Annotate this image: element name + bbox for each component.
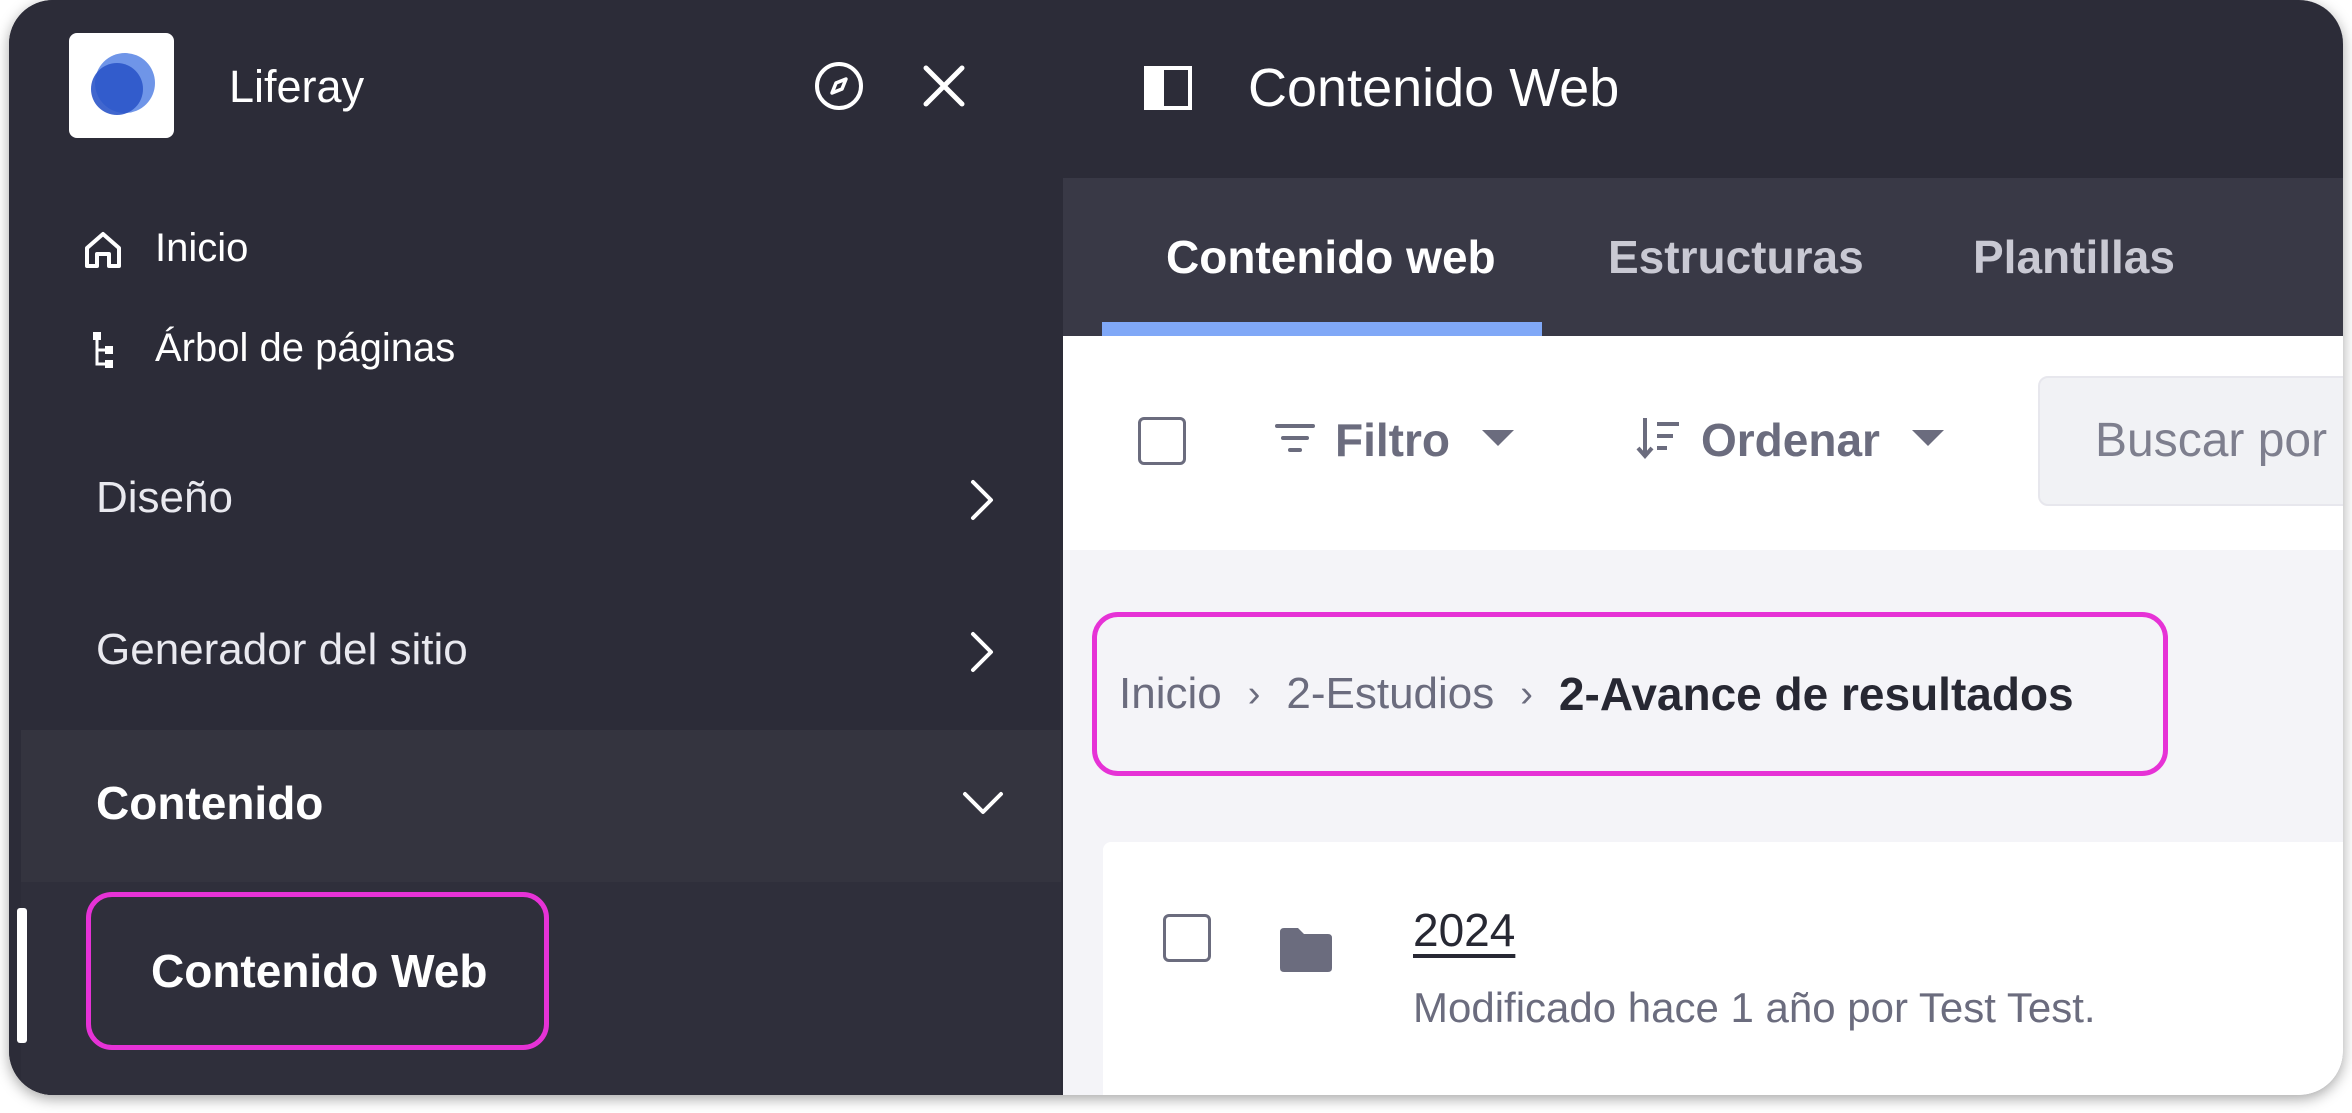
- sort-icon: [1635, 414, 1683, 467]
- main-content: Contenido Web Contenido web Estructuras …: [1063, 0, 2343, 1095]
- panel-toggle-icon[interactable]: [1142, 62, 1194, 114]
- liferay-logo: [69, 33, 174, 138]
- page-tree-icon: [81, 328, 125, 372]
- management-toolbar: Filtro Ordenar Buscar por: [1063, 336, 2343, 550]
- active-tab-indicator: [1102, 322, 1542, 336]
- compass-icon[interactable]: [809, 56, 869, 116]
- chevron-right-icon: ›: [1520, 672, 1533, 715]
- subitem-label: Contenido Web: [151, 945, 488, 997]
- breadcrumb-item-2-estudios[interactable]: 2-Estudios: [1286, 669, 1494, 719]
- row-checkbox[interactable]: [1163, 914, 1211, 962]
- section-diseno[interactable]: Diseño: [9, 433, 1049, 563]
- section-label: Diseño: [96, 473, 233, 522]
- section-label: Generador del sitio: [96, 625, 468, 674]
- caret-down-icon: [1480, 428, 1516, 453]
- close-icon[interactable]: [914, 56, 974, 116]
- filter-label: Filtro: [1335, 414, 1450, 466]
- search-input[interactable]: Buscar por: [2038, 376, 2343, 506]
- nav-item-label: Inicio: [155, 226, 249, 270]
- chevron-right-icon: [959, 630, 1003, 674]
- caret-down-icon: [1910, 428, 1946, 453]
- page-title: Contenido Web: [1248, 58, 1620, 118]
- breadcrumb-item-inicio[interactable]: Inicio: [1119, 669, 1222, 719]
- search-placeholder: Buscar por: [2095, 414, 2328, 467]
- tab-estructuras[interactable]: Estructuras: [1608, 178, 1864, 336]
- tab-contenido-web[interactable]: Contenido web: [1166, 178, 1496, 336]
- folder-meta: Modificado hace 1 año por Test Test.: [1413, 984, 2096, 1031]
- tab-plantillas[interactable]: Plantillas: [1973, 178, 2175, 336]
- app-name: Liferay: [229, 61, 365, 112]
- chevron-down-icon: [961, 780, 1005, 824]
- active-indicator: [17, 908, 27, 1043]
- chevron-right-icon: [959, 478, 1003, 522]
- filter-button[interactable]: Filtro: [1273, 408, 1516, 472]
- chevron-right-icon: ›: [1247, 672, 1261, 715]
- folder-icon: [1278, 924, 1334, 974]
- section-generador-del-sitio[interactable]: Generador del sitio: [9, 585, 1049, 715]
- breadcrumb-current: 2-Avance de resultados: [1558, 668, 2074, 720]
- order-button[interactable]: Ordenar: [1635, 408, 1946, 472]
- tab-bar: Contenido web Estructuras Plantillas: [1063, 178, 2343, 336]
- product-menu-sidebar: Liferay Inicio Árbol de páginas Diseño G…: [9, 0, 1063, 1095]
- section-label: Contenido: [96, 777, 324, 829]
- home-icon: [81, 228, 125, 272]
- app-window: Liferay Inicio Árbol de páginas Diseño G…: [9, 0, 2343, 1095]
- order-label: Ordenar: [1701, 414, 1880, 466]
- nav-item-label: Árbol de páginas: [155, 326, 456, 370]
- list-item: 2024 Modificado hace 1 año por Test Test…: [1103, 842, 2343, 1095]
- breadcrumb: Inicio › 2-Estudios › 2-Avance de result…: [1092, 612, 2168, 776]
- select-all-checkbox[interactable]: [1138, 417, 1186, 465]
- folder-title-link[interactable]: 2024: [1413, 902, 1515, 958]
- subitem-contenido-web[interactable]: Contenido Web: [86, 892, 549, 1050]
- top-bar: Contenido Web: [1063, 0, 2343, 178]
- filter-icon: [1273, 416, 1317, 465]
